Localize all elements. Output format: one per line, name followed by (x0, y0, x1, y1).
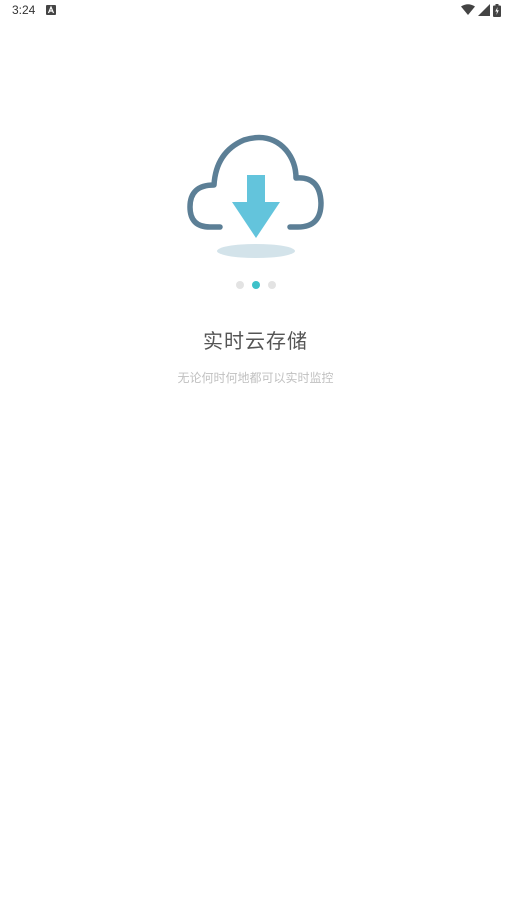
status-bar: 3:24 (0, 0, 511, 22)
page-dot-2-active[interactable] (251, 281, 260, 289)
battery-charging-icon (493, 3, 501, 17)
cloud-download-icon (187, 134, 324, 258)
page-title: 实时云存储 (203, 329, 308, 353)
status-icons (461, 3, 501, 17)
status-time: 3:24 (12, 3, 36, 17)
onboarding-screen: 3:24 实时云存储 无论何时何地都可以实时监控 (0, 0, 511, 910)
page-subtitle: 无论何时何地都可以实时监控 (177, 371, 334, 385)
page-dot-3[interactable] (267, 281, 276, 289)
wifi-icon (461, 4, 475, 15)
page-indicator (0, 281, 511, 291)
page-dot-1[interactable] (235, 281, 244, 289)
signal-icon (478, 4, 490, 16)
a-notification-icon (46, 5, 56, 15)
